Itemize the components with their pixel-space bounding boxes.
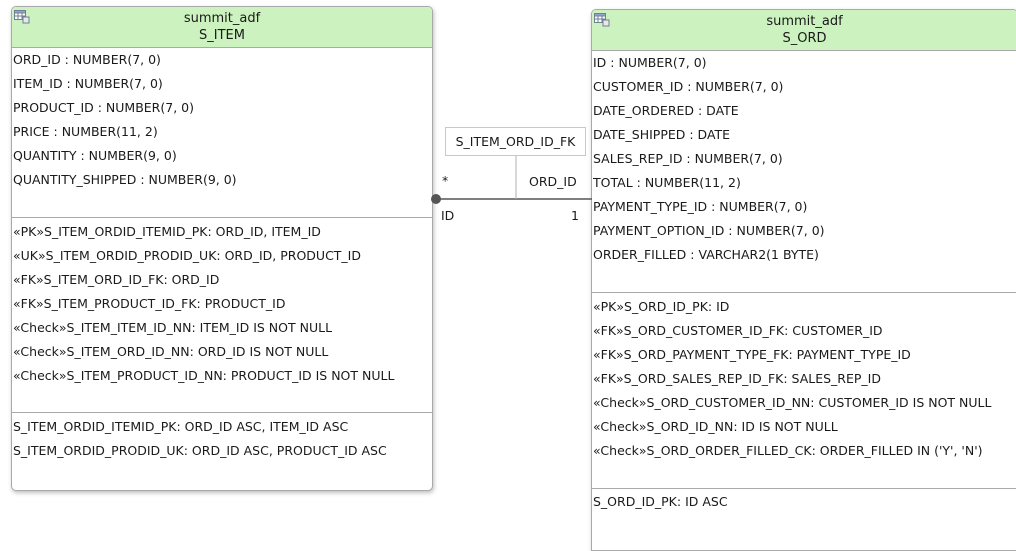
target-column-label: ORD_ID [529,174,577,189]
relationship-connector[interactable] [0,0,1016,537]
target-multiplicity: 1 [571,208,579,223]
source-column-label: ID [441,208,455,223]
connector-endpoint[interactable] [431,194,441,204]
source-multiplicity: * [442,173,449,188]
relationship-name-label[interactable]: S_ITEM_ORD_ID_FK [445,127,586,156]
